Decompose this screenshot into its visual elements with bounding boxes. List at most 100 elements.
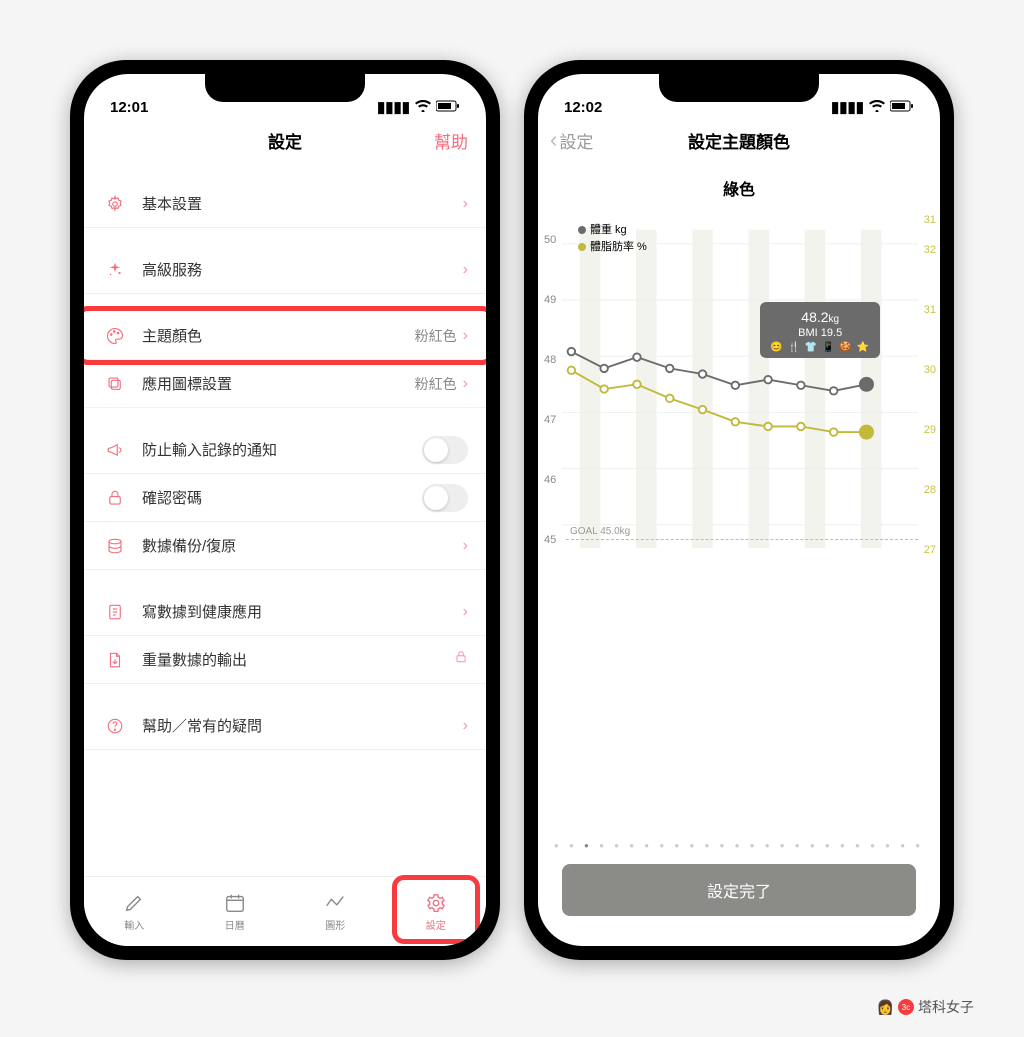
y-right-29: 29 (924, 424, 936, 436)
wifi-icon (415, 99, 431, 116)
legend-fat: 體脂肪率 % (590, 241, 647, 253)
y-left-46: 46 (544, 474, 556, 486)
badge-icon: 3c (898, 999, 914, 1015)
chevron-right-icon: › (463, 375, 468, 393)
row-notification[interactable]: 防止輸入記錄的通知 (84, 426, 486, 474)
chart-legend: 體重 kg 體脂肪率 % (578, 222, 647, 255)
gear-icon (102, 195, 128, 213)
chevron-right-icon: › (463, 327, 468, 345)
chevron-left-icon: ‹ (550, 127, 557, 153)
chart-svg (562, 224, 918, 554)
row-label: 防止輸入記錄的通知 (142, 439, 422, 460)
chevron-right-icon: › (463, 537, 468, 555)
row-app-icon[interactable]: 應用圖標設置 粉紅色 › (84, 360, 486, 408)
status-time: 12:01 (110, 99, 148, 116)
tab-bar: 輸入 日曆 圖形 設定 (84, 876, 486, 946)
tab-label: 日曆 (225, 917, 245, 932)
row-basic-settings[interactable]: 基本設置 › (84, 180, 486, 228)
tooltip-bmi: BMI 19.5 (770, 326, 870, 340)
tooltip-stamps: 😊 🍴 👕 📱 🍪 ⭐ (770, 341, 870, 354)
y-left-47: 47 (544, 414, 556, 426)
status-time: 12:02 (564, 99, 602, 116)
y-right-27: 27 (924, 544, 936, 556)
row-value: 粉紅色 (415, 326, 457, 346)
nav-header: ‹ 設定 設定主題顏色 (538, 118, 940, 162)
row-premium[interactable]: 高級服務 › (84, 246, 486, 294)
legend-weight: 體重 kg (590, 224, 627, 236)
database-icon (102, 537, 128, 555)
done-button[interactable]: 設定完了 (562, 864, 916, 916)
tab-input[interactable]: 輸入 (84, 877, 185, 946)
y-right-32: 32 (924, 244, 936, 256)
tab-graph[interactable]: 圖形 (285, 877, 386, 946)
y-left-45: 45 (544, 534, 556, 546)
toggle-notification[interactable] (422, 436, 468, 464)
y-left-48: 48 (544, 354, 556, 366)
row-label: 數據備份/復原 (142, 535, 463, 556)
back-button[interactable]: ‹ 設定 (550, 127, 593, 153)
document-icon (102, 603, 128, 621)
row-label: 高級服務 (142, 259, 463, 280)
battery-icon (436, 99, 460, 116)
row-health-export[interactable]: 寫數據到健康應用 › (84, 588, 486, 636)
question-icon (102, 717, 128, 735)
goal-line: GOAL 45.0kg (566, 539, 918, 551)
graph-icon (324, 892, 346, 914)
row-passcode[interactable]: 確認密碼 (84, 474, 486, 522)
avatar-icon: 👩 (877, 999, 894, 1016)
signal-icon: ▮▮▮▮ (831, 98, 864, 116)
y-right-31b: 31 (924, 304, 936, 316)
theme-name: 綠色 (538, 162, 940, 210)
row-label: 確認密碼 (142, 487, 422, 508)
lock-icon (454, 650, 468, 669)
tab-label: 圖形 (325, 917, 345, 932)
tab-calendar[interactable]: 日曆 (185, 877, 286, 946)
tooltip-weight: 48.2 (801, 309, 828, 325)
theme-preview-chart: 50 49 48 47 46 45 31 32 31 30 29 28 27 (538, 214, 940, 574)
palette-icon (102, 327, 128, 345)
sparkle-icon (102, 261, 128, 279)
watermark-text: 塔科女子 (918, 997, 974, 1017)
status-bar: 12:02 ▮▮▮▮ (538, 74, 940, 118)
pencil-icon (123, 892, 145, 914)
screen-right: 12:02 ▮▮▮▮ ‹ 設定 設定主題顏色 綠色 50 49 (538, 74, 940, 946)
y-right-30: 30 (924, 364, 936, 376)
row-faq[interactable]: 幫助／常有的疑問 › (84, 702, 486, 750)
row-backup[interactable]: 數據備份/復原 › (84, 522, 486, 570)
chevron-right-icon: › (463, 603, 468, 621)
tab-label: 輸入 (124, 917, 144, 932)
row-value: 粉紅色 (415, 374, 457, 394)
watermark: 👩 3c 塔科女子 (877, 997, 974, 1017)
chevron-right-icon: › (463, 717, 468, 735)
tooltip-unit: kg (829, 314, 840, 325)
calendar-icon (224, 892, 246, 914)
row-label: 寫數據到健康應用 (142, 601, 463, 622)
screen-left: 12:01 ▮▮▮▮ 設定 幫助 基本設置 › (84, 74, 486, 946)
row-weight-export[interactable]: 重量數據的輸出 (84, 636, 486, 684)
lock-icon (102, 489, 128, 507)
tab-settings[interactable]: 設定 (386, 877, 487, 946)
row-label: 應用圖標設置 (142, 373, 415, 394)
wifi-icon (869, 99, 885, 116)
row-theme-color[interactable]: 主題顏色 粉紅色 › (84, 312, 486, 360)
back-label: 設定 (559, 128, 593, 153)
goal-label: GOAL 45.0kg (570, 526, 630, 537)
chart-tooltip: 48.2kg BMI 19.5 😊 🍴 👕 📱 🍪 ⭐ (760, 302, 880, 358)
row-label: 基本設置 (142, 193, 463, 214)
theme-pager-dots[interactable]: ● ● ● ● ● ● ● ● ● ● ● ● ● ● ● ● ● ● ● ● … (538, 811, 940, 864)
row-label: 重量數據的輸出 (142, 649, 454, 670)
row-label: 主題顏色 (142, 325, 415, 346)
y-right-28: 28 (924, 484, 936, 496)
status-bar: 12:01 ▮▮▮▮ (84, 74, 486, 118)
row-label: 幫助／常有的疑問 (142, 715, 463, 736)
phone-left: 12:01 ▮▮▮▮ 設定 幫助 基本設置 › (70, 60, 500, 960)
page-title: 設定主題顏色 (688, 128, 790, 153)
help-button[interactable]: 幫助 (434, 128, 468, 153)
toggle-passcode[interactable] (422, 484, 468, 512)
status-icons: ▮▮▮▮ (831, 98, 914, 116)
page-title: 設定 (268, 128, 302, 153)
signal-icon: ▮▮▮▮ (377, 98, 410, 116)
export-icon (102, 651, 128, 669)
phone-right: 12:02 ▮▮▮▮ ‹ 設定 設定主題顏色 綠色 50 49 (524, 60, 954, 960)
status-icons: ▮▮▮▮ (377, 98, 460, 116)
